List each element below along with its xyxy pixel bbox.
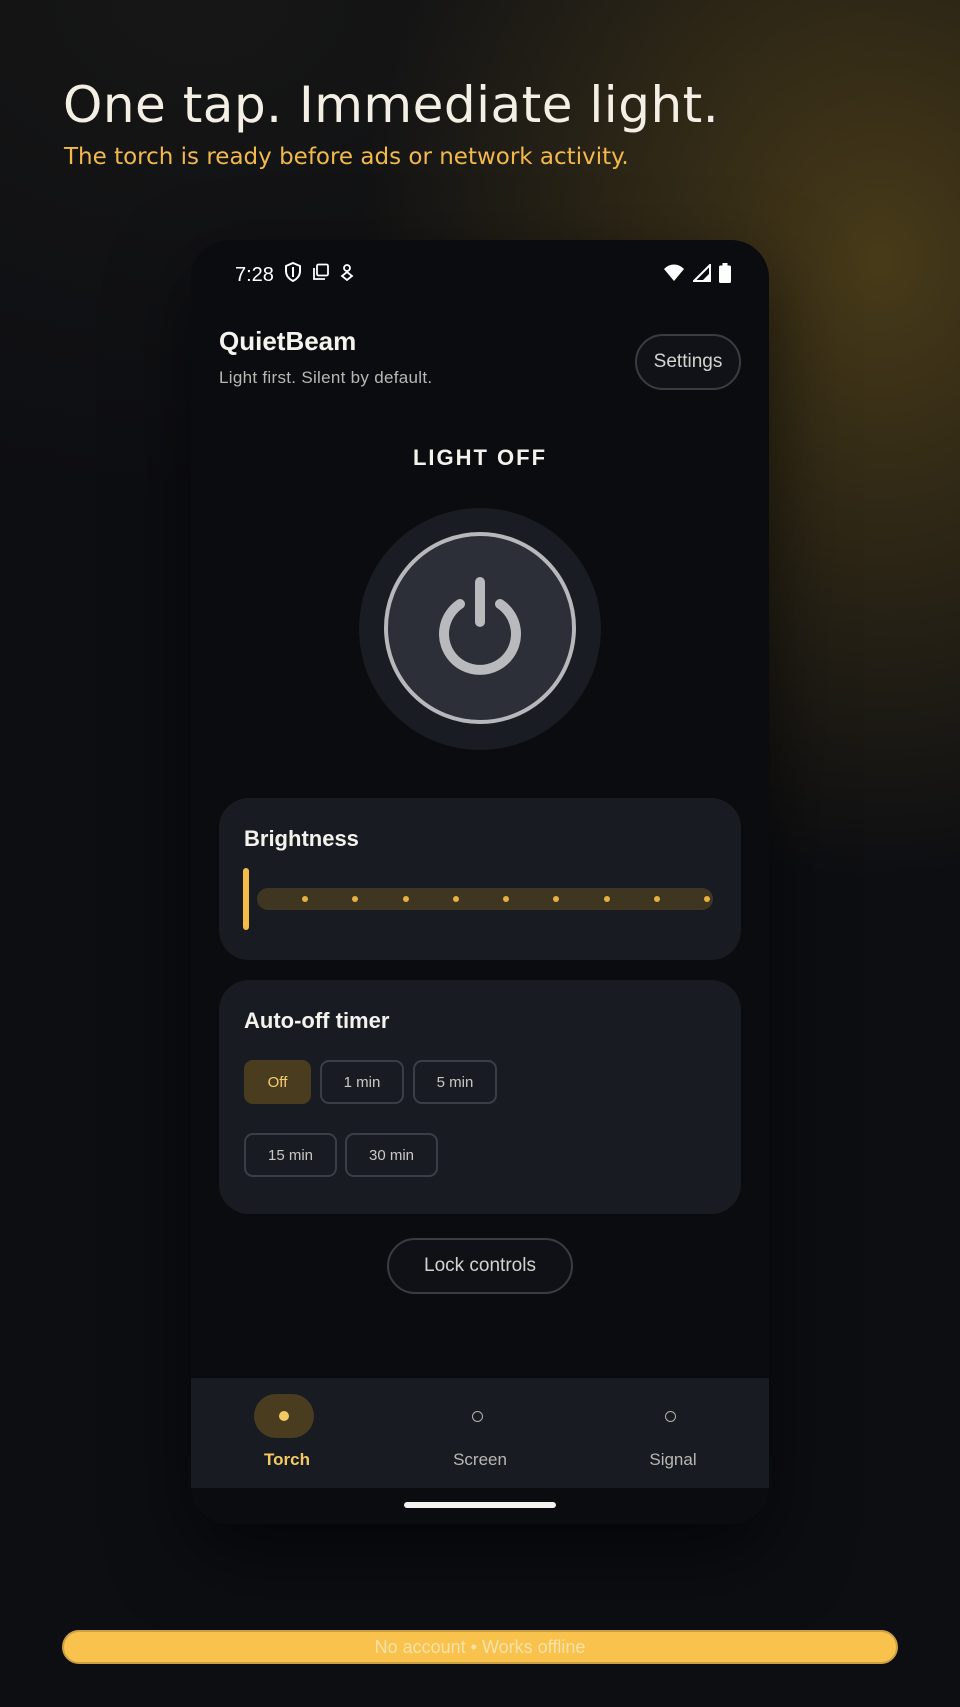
- status-left: 7:28: [235, 261, 354, 288]
- footer-text: No account • Works offline: [374, 1636, 586, 1657]
- brightness-step-tick: [352, 896, 359, 902]
- phone-frame: 7:28 QuietBeam Light first. Silent by de…: [191, 240, 769, 1524]
- light-state-label: LIGHT OFF: [412, 445, 548, 470]
- nav-signal-label: Signal: [649, 1450, 697, 1469]
- shield-icon: [284, 261, 302, 288]
- nav-item-screen[interactable]: Screen: [384, 1378, 576, 1488]
- nav-torch-indicator: [254, 1394, 314, 1438]
- brightness-step-tick: [503, 896, 509, 902]
- auto-off-timer-title: Auto-off timer: [244, 1008, 390, 1033]
- brightness-slider-thumb[interactable]: [243, 868, 249, 930]
- auto-off-timer-card: Auto-off timer Off 1 min 5 min 15 min 30…: [219, 980, 741, 1214]
- circle-icon: [664, 1410, 676, 1422]
- brightness-slider-track[interactable]: [257, 888, 713, 910]
- brightness-slider[interactable]: [243, 868, 717, 932]
- brightness-step-tick: [653, 896, 660, 902]
- brightness-title: Brightness: [244, 826, 359, 851]
- brightness-step-tick: [302, 896, 308, 902]
- lock-controls-button[interactable]: Lock controls: [387, 1238, 573, 1294]
- timer-option-1-min[interactable]: 1 min: [320, 1060, 404, 1104]
- status-right: [663, 262, 731, 288]
- power-button[interactable]: [384, 532, 576, 724]
- promo-headline: One tap. Immediate light.: [63, 76, 720, 134]
- power-icon: [439, 577, 521, 675]
- footer-badge: No account • Works offline: [62, 1630, 898, 1664]
- nav-signal-indicator: [640, 1394, 700, 1438]
- brightness-step-tick: [603, 896, 610, 902]
- nav-screen-label: Screen: [453, 1450, 507, 1469]
- brightness-step-tick: [704, 896, 710, 902]
- bottom-nav: Torch Screen Signal: [191, 1378, 769, 1488]
- location-icon: [340, 263, 354, 287]
- copy-icon: [312, 263, 330, 287]
- timer-option-off[interactable]: Off: [244, 1060, 311, 1104]
- nav-torch-label: Torch: [264, 1450, 310, 1469]
- nav-screen-indicator: [447, 1394, 507, 1438]
- timer-option-15-min[interactable]: 15 min: [244, 1133, 337, 1177]
- dot-icon: [279, 1411, 289, 1421]
- home-indicator[interactable]: [404, 1502, 556, 1508]
- status-bar: 7:28: [191, 240, 769, 310]
- wifi-icon: [663, 264, 685, 287]
- status-time: 7:28: [235, 263, 274, 286]
- signal-icon: [691, 262, 711, 287]
- settings-button[interactable]: Settings: [635, 334, 741, 390]
- promo-subline: The torch is ready before ads or network…: [64, 144, 629, 170]
- brightness-step-tick: [452, 896, 459, 902]
- app-title: QuietBeam: [219, 326, 357, 356]
- circle-icon: [471, 1410, 483, 1422]
- timer-option-30-min[interactable]: 30 min: [345, 1133, 438, 1177]
- brightness-step-tick: [553, 896, 560, 902]
- battery-icon: [719, 262, 731, 288]
- app-tagline: Light first. Silent by default.: [219, 368, 433, 387]
- nav-item-torch[interactable]: Torch: [191, 1378, 383, 1488]
- nav-item-signal[interactable]: Signal: [577, 1378, 769, 1488]
- brightness-step-tick: [402, 896, 409, 902]
- app-header: QuietBeam Light first. Silent by default…: [219, 326, 741, 406]
- brightness-card: Brightness: [219, 798, 741, 960]
- timer-option-5-min[interactable]: 5 min: [413, 1060, 497, 1104]
